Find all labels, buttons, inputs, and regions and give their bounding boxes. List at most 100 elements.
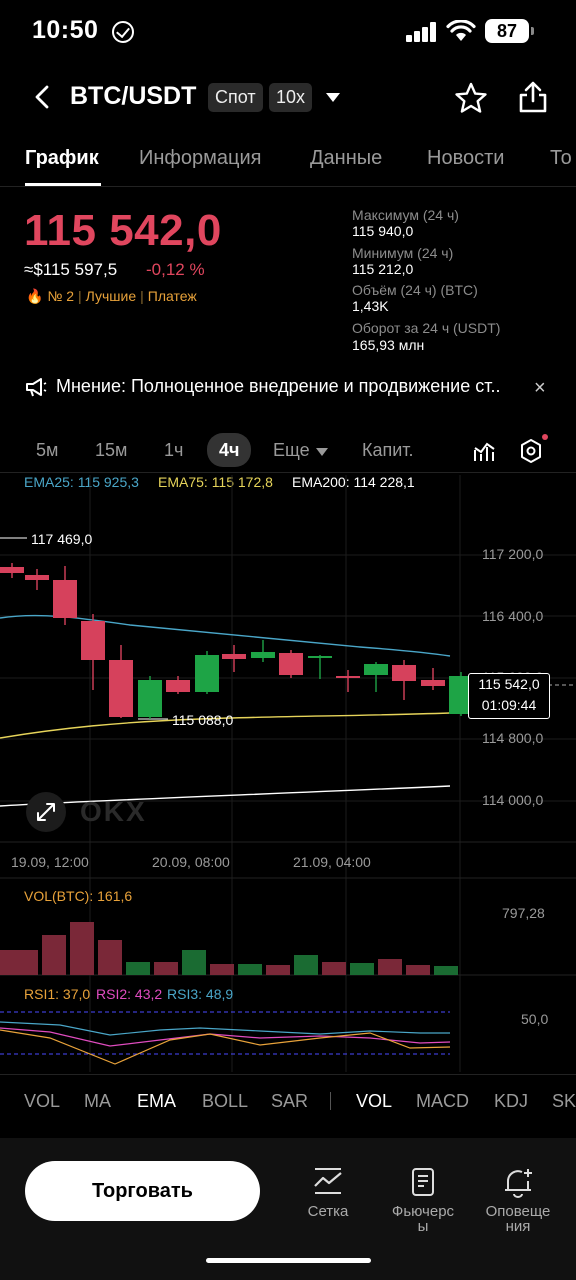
news-close-icon[interactable]: × <box>534 377 546 400</box>
futures-label[interactable]: Фьючерс ы <box>383 1204 463 1234</box>
price-change: -0,12 % <box>146 260 205 279</box>
volume-bar <box>126 962 150 975</box>
share-icon[interactable] <box>518 80 548 114</box>
signal-icon <box>406 22 438 42</box>
candle-body <box>251 652 275 658</box>
candle-body <box>0 567 24 573</box>
tab-data[interactable]: Данные <box>310 147 382 170</box>
stat-turnover-label: Оборот за 24 ч (USDT) <box>352 320 501 336</box>
trade-button[interactable]: Торговать <box>25 1161 260 1221</box>
interval-5m[interactable]: 5м <box>36 440 58 461</box>
chevron-down-icon[interactable] <box>316 448 328 456</box>
indicators-icon[interactable] <box>472 438 498 464</box>
volume-bar <box>434 966 458 975</box>
candle-body <box>336 676 360 678</box>
candle-body <box>81 621 105 660</box>
tab-chart[interactable]: График <box>25 147 99 170</box>
futures-label-line2: ы <box>417 1218 429 1235</box>
candle-body <box>109 660 133 717</box>
stat-high-value: 115 940,0 <box>352 223 414 239</box>
stat-low-label: Минимум (24 ч) <box>352 245 454 261</box>
alerts-label-line2: ния <box>505 1218 531 1235</box>
interval-1h[interactable]: 1ч <box>164 440 183 461</box>
ind-boll[interactable]: BOLL <box>202 1091 248 1112</box>
y-label-2: 116 400,0 <box>482 608 544 624</box>
rsi2-legend: RSI2: 43,2 <box>96 986 163 1002</box>
grid-bot-icon[interactable] <box>312 1166 344 1196</box>
alerts-label[interactable]: Оповеще ния <box>478 1204 558 1234</box>
chart-grid <box>0 475 576 1075</box>
futures-label-line1: Фьючерс <box>391 1203 455 1220</box>
tab-info[interactable]: Информация <box>139 147 261 170</box>
stat-turnover-value: 165,93 млн <box>352 337 425 353</box>
interval-cap[interactable]: Капит. <box>362 440 414 461</box>
leverage-badge: 10x <box>269 83 313 112</box>
y-label-5: 114 000,0 <box>482 792 544 808</box>
rsi3-line <box>0 1021 450 1036</box>
volume-bar <box>238 964 262 975</box>
stat-volume-label: Объём (24 ч) (BTC) <box>352 282 478 298</box>
stat-volume-value: 1,43K <box>352 298 389 314</box>
settings-icon[interactable] <box>519 438 543 464</box>
pair-dropdown-icon[interactable] <box>326 93 340 102</box>
ema-lines <box>0 614 451 807</box>
volume-bar <box>406 965 430 975</box>
candle-body <box>392 665 416 681</box>
home-indicator <box>206 1258 371 1263</box>
ind-ma[interactable]: MA <box>84 1091 111 1112</box>
ind-sar[interactable]: SAR <box>271 1091 308 1112</box>
candle-body <box>25 575 49 580</box>
back-icon[interactable] <box>30 84 56 110</box>
indicator-separator <box>330 1092 331 1110</box>
ema25-line <box>0 614 451 657</box>
alert-bell-icon[interactable] <box>502 1166 536 1198</box>
low-marker-label: 115 088,0 <box>172 712 234 728</box>
fullscreen-button[interactable] <box>26 792 66 832</box>
ind-skdj[interactable]: SK <box>552 1091 576 1112</box>
volume-bar <box>98 940 122 975</box>
ind-vol[interactable]: VOL <box>24 1091 60 1112</box>
tab-more[interactable]: То <box>550 147 572 170</box>
candle-body <box>138 680 162 717</box>
news-ticker[interactable]: Мнение: Полноценное внедрение и продвиже… <box>56 376 526 397</box>
best-tag[interactable]: Лучшие <box>86 288 136 304</box>
candle-countdown: 01:09:44 <box>481 697 537 713</box>
interval-15m[interactable]: 15м <box>95 440 127 461</box>
candle-body <box>279 653 303 675</box>
ind-ema[interactable]: EMA <box>137 1091 176 1112</box>
rank-tag[interactable]: № 2 <box>47 288 74 304</box>
interval-4h[interactable]: 4ч <box>207 433 252 467</box>
ind-macd[interactable]: MACD <box>416 1091 469 1112</box>
futures-icon[interactable] <box>407 1166 439 1198</box>
tabs-divider <box>0 186 576 187</box>
ind-kdj[interactable]: KDJ <box>494 1091 528 1112</box>
ind-sub-vol[interactable]: VOL <box>356 1091 392 1112</box>
okx-watermark: OKX <box>80 796 147 827</box>
x-label-1: 19.09, 12:00 <box>11 854 89 870</box>
last-price-tag[interactable]: 115 542,0 01:09:44 <box>468 673 550 719</box>
volume-bar <box>350 963 374 975</box>
settings-notification-dot <box>542 434 548 440</box>
volume-bar <box>182 950 206 975</box>
y-label-1: 117 200,0 <box>482 546 544 562</box>
market-badge: Спот <box>208 83 263 112</box>
volume-bar <box>266 965 290 975</box>
candle-body <box>222 654 246 659</box>
stat-low-value: 115 212,0 <box>352 261 414 277</box>
pair-title[interactable]: BTC/USDT <box>70 82 196 111</box>
rsi-lines <box>0 1011 451 1065</box>
volume-bar <box>322 962 346 975</box>
grid-label[interactable]: Сетка <box>298 1204 358 1219</box>
expand-icon <box>37 803 55 821</box>
interval-more[interactable]: Еще <box>273 440 310 461</box>
high-marker-label: 117 469,0 <box>31 531 93 547</box>
usd-price: ≈$115 597,5 <box>24 260 118 279</box>
tab-news[interactable]: Новости <box>427 147 504 170</box>
candles <box>0 563 473 719</box>
payment-tag[interactable]: Платеж <box>148 288 197 304</box>
y-label-4: 114 800,0 <box>482 730 544 746</box>
ema200-line <box>0 785 451 807</box>
volume-bar <box>42 935 66 975</box>
x-label-2: 20.09, 08:00 <box>152 854 230 870</box>
favorite-star-icon[interactable] <box>454 82 488 114</box>
